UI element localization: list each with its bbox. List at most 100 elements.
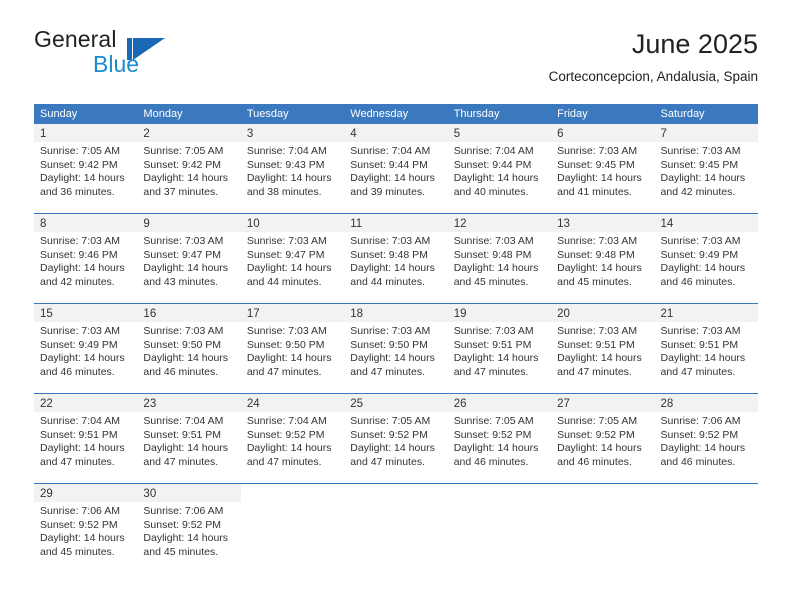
page-header: General Blue June 2025 Corteconcepcion, … xyxy=(34,28,758,94)
day-details: Sunrise: 7:03 AM Sunset: 9:49 PM Dayligh… xyxy=(34,322,137,379)
sunrise-text: Sunrise: 7:03 AM xyxy=(557,145,638,157)
day-cell[interactable]: 28 Sunrise: 7:06 AM Sunset: 9:52 PM Dayl… xyxy=(654,394,758,483)
day-number: 26 xyxy=(453,398,467,410)
day-number: 22 xyxy=(40,398,53,410)
day-cell[interactable]: 4 Sunrise: 7:04 AM Sunset: 9:44 PM Dayli… xyxy=(344,124,448,213)
sunset-text: Sunset: 9:48 PM xyxy=(557,248,635,261)
day-number-band: 25 xyxy=(344,394,448,412)
day-cell[interactable]: 17 Sunrise: 7:03 AM Sunset: 9:50 PM Dayl… xyxy=(240,304,345,393)
daylight-text: Daylight: 14 hours and 45 minutes. xyxy=(143,532,229,558)
day-number-band: 14 xyxy=(654,214,758,232)
day-details: Sunrise: 7:03 AM Sunset: 9:51 PM Dayligh… xyxy=(448,322,551,379)
day-cell[interactable]: 24 Sunrise: 7:04 AM Sunset: 9:52 PM Dayl… xyxy=(240,394,345,483)
daylight-text: Daylight: 14 hours and 39 minutes. xyxy=(350,172,435,198)
day-number-band: 4 xyxy=(344,124,448,142)
sunset-text: Sunset: 9:50 PM xyxy=(246,338,325,351)
day-number: 3 xyxy=(246,128,254,140)
day-cell[interactable]: 21 Sunrise: 7:03 AM Sunset: 9:51 PM Dayl… xyxy=(654,304,758,393)
day-cell[interactable]: 3 Sunrise: 7:04 AM Sunset: 9:43 PM Dayli… xyxy=(240,124,345,213)
day-cell[interactable]: 22 Sunrise: 7:04 AM Sunset: 9:51 PM Dayl… xyxy=(34,394,138,483)
day-cell[interactable]: 11 Sunrise: 7:03 AM Sunset: 9:48 PM Dayl… xyxy=(344,214,448,303)
day-number: 20 xyxy=(557,308,570,320)
week-row: 22 Sunrise: 7:04 AM Sunset: 9:51 PM Dayl… xyxy=(34,393,758,483)
day-cell[interactable]: 27 Sunrise: 7:05 AM Sunset: 9:52 PM Dayl… xyxy=(551,394,655,483)
day-number: 23 xyxy=(143,398,157,410)
day-cell[interactable]: 25 Sunrise: 7:05 AM Sunset: 9:52 PM Dayl… xyxy=(344,394,448,483)
day-number-band: 3 xyxy=(240,124,345,142)
day-details: Sunrise: 7:03 AM Sunset: 9:48 PM Dayligh… xyxy=(448,232,551,289)
day-number-band: 15 xyxy=(34,304,138,322)
day-cell[interactable]: 1 Sunrise: 7:05 AM Sunset: 9:42 PM Dayli… xyxy=(34,124,138,213)
day-number: 30 xyxy=(143,488,157,500)
day-number-band: 6 xyxy=(551,124,655,142)
weekday-header-wednesday: Wednesday xyxy=(350,108,409,120)
day-cell[interactable]: 30 Sunrise: 7:06 AM Sunset: 9:52 PM Dayl… xyxy=(137,484,241,573)
day-cell[interactable]: 13 Sunrise: 7:03 AM Sunset: 9:48 PM Dayl… xyxy=(551,214,655,303)
title-block: June 2025 Corteconcepcion, Andalusia, Sp… xyxy=(549,28,758,86)
day-number-band: 21 xyxy=(654,304,758,322)
day-cell[interactable]: 14 Sunrise: 7:03 AM Sunset: 9:49 PM Dayl… xyxy=(654,214,758,303)
day-details: Sunrise: 7:03 AM Sunset: 9:51 PM Dayligh… xyxy=(551,322,654,379)
day-cell[interactable]: 7 Sunrise: 7:03 AM Sunset: 9:45 PM Dayli… xyxy=(654,124,758,213)
sunset-text: Sunset: 9:51 PM xyxy=(40,428,118,441)
day-details: Sunrise: 7:03 AM Sunset: 9:48 PM Dayligh… xyxy=(344,232,447,289)
day-number-band: 13 xyxy=(551,214,655,232)
sunset-text: Sunset: 9:51 PM xyxy=(143,428,222,441)
day-number: 1 xyxy=(40,128,47,140)
day-cell[interactable]: 20 Sunrise: 7:03 AM Sunset: 9:51 PM Dayl… xyxy=(551,304,655,393)
day-number: 7 xyxy=(660,128,667,140)
day-cell[interactable]: 19 Sunrise: 7:03 AM Sunset: 9:51 PM Dayl… xyxy=(447,304,552,393)
sunset-text: Sunset: 9:52 PM xyxy=(557,428,635,441)
day-details: Sunrise: 7:04 AM Sunset: 9:52 PM Dayligh… xyxy=(241,412,344,469)
day-number-band: 30 xyxy=(137,484,241,502)
day-number-band xyxy=(240,484,345,502)
day-number: 9 xyxy=(143,218,150,230)
daylight-text: Daylight: 14 hours and 41 minutes. xyxy=(557,172,642,198)
sunset-text: Sunset: 9:51 PM xyxy=(557,338,635,351)
day-cell-empty xyxy=(654,484,758,573)
day-cell[interactable]: 10 Sunrise: 7:03 AM Sunset: 9:47 PM Dayl… xyxy=(240,214,345,303)
day-number-band: 17 xyxy=(240,304,345,322)
day-cell[interactable]: 9 Sunrise: 7:03 AM Sunset: 9:47 PM Dayli… xyxy=(137,214,241,303)
daylight-text: Daylight: 14 hours and 36 minutes. xyxy=(40,172,125,198)
day-cell[interactable]: 6 Sunrise: 7:03 AM Sunset: 9:45 PM Dayli… xyxy=(551,124,655,213)
day-cell[interactable]: 29 Sunrise: 7:06 AM Sunset: 9:52 PM Dayl… xyxy=(34,484,138,573)
day-cell[interactable]: 2 Sunrise: 7:05 AM Sunset: 9:42 PM Dayli… xyxy=(137,124,241,213)
day-number-band: 26 xyxy=(447,394,552,412)
sunrise-text: Sunrise: 7:06 AM xyxy=(143,505,224,517)
sunrise-text: Sunrise: 7:03 AM xyxy=(143,235,224,247)
daylight-text: Daylight: 14 hours and 40 minutes. xyxy=(453,172,539,198)
daylight-text: Daylight: 14 hours and 42 minutes. xyxy=(40,262,125,288)
sunrise-text: Sunrise: 7:04 AM xyxy=(143,415,224,427)
calendar-table: Sunday Monday Tuesday Wednesday Thursday… xyxy=(34,104,758,573)
day-cell[interactable]: 16 Sunrise: 7:03 AM Sunset: 9:50 PM Dayl… xyxy=(137,304,241,393)
sunrise-text: Sunrise: 7:03 AM xyxy=(350,235,431,247)
daylight-text: Daylight: 14 hours and 43 minutes. xyxy=(143,262,229,288)
day-cell[interactable]: 15 Sunrise: 7:03 AM Sunset: 9:49 PM Dayl… xyxy=(34,304,138,393)
day-cell[interactable]: 12 Sunrise: 7:03 AM Sunset: 9:48 PM Dayl… xyxy=(447,214,552,303)
day-number-band: 29 xyxy=(34,484,138,502)
day-cell[interactable]: 5 Sunrise: 7:04 AM Sunset: 9:44 PM Dayli… xyxy=(447,124,552,213)
day-cell-empty xyxy=(447,484,552,573)
day-number-band: 23 xyxy=(137,394,241,412)
day-details: Sunrise: 7:03 AM Sunset: 9:49 PM Dayligh… xyxy=(655,232,758,289)
day-cell[interactable]: 23 Sunrise: 7:04 AM Sunset: 9:51 PM Dayl… xyxy=(137,394,241,483)
sunset-text: Sunset: 9:48 PM xyxy=(350,248,428,261)
day-number: 17 xyxy=(246,308,260,320)
page-subtitle: Corteconcepcion, Andalusia, Spain xyxy=(548,69,758,84)
sunrise-text: Sunrise: 7:06 AM xyxy=(40,505,120,517)
sunrise-text: Sunrise: 7:03 AM xyxy=(453,235,534,247)
sunset-text: Sunset: 9:52 PM xyxy=(143,518,222,531)
day-cell-empty xyxy=(551,484,655,573)
day-cell[interactable]: 18 Sunrise: 7:03 AM Sunset: 9:50 PM Dayl… xyxy=(344,304,448,393)
day-details: Sunrise: 7:03 AM Sunset: 9:50 PM Dayligh… xyxy=(344,322,447,379)
sunrise-text: Sunrise: 7:03 AM xyxy=(660,235,741,247)
sunset-text: Sunset: 9:52 PM xyxy=(246,428,325,441)
daylight-text: Daylight: 14 hours and 45 minutes. xyxy=(453,262,539,288)
general-blue-logo[interactable]: General Blue xyxy=(34,28,274,88)
daylight-text: Daylight: 14 hours and 47 minutes. xyxy=(350,442,435,468)
daylight-text: Daylight: 14 hours and 46 minutes. xyxy=(453,442,539,468)
day-cell[interactable]: 8 Sunrise: 7:03 AM Sunset: 9:46 PM Dayli… xyxy=(34,214,138,303)
sunrise-text: Sunrise: 7:03 AM xyxy=(350,325,431,337)
day-cell[interactable]: 26 Sunrise: 7:05 AM Sunset: 9:52 PM Dayl… xyxy=(447,394,552,483)
